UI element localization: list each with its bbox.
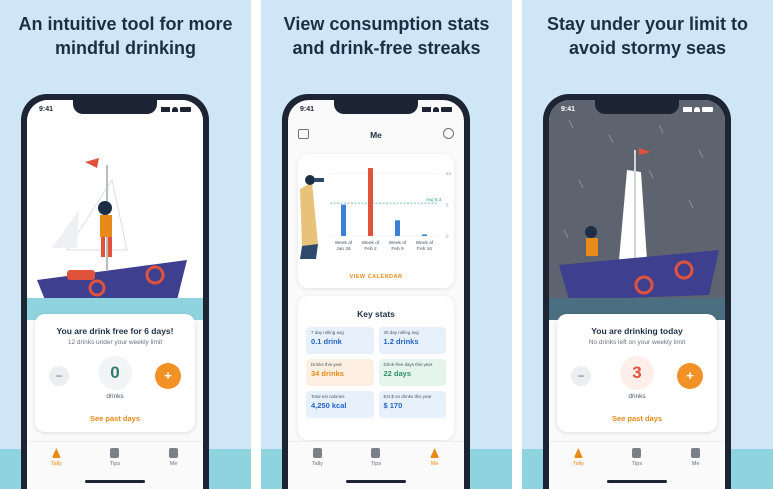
increment-button[interactable]: + [155, 363, 181, 389]
tab-me[interactable]: Me [676, 448, 716, 489]
drink-count: 3 [620, 356, 654, 390]
calendar-icon[interactable] [298, 129, 309, 139]
phone-notch [595, 100, 679, 114]
decrement-button[interactable]: − [571, 366, 591, 386]
tally-title: You are drinking today [591, 326, 683, 336]
wifi-icon [433, 106, 439, 112]
stat-30-day-avg: 30 day rolling avg 1.2 drinks [378, 327, 446, 354]
promo-panel-stormy: Stay under your limit to avoid stormy se… [522, 0, 773, 489]
phone-notch [73, 100, 157, 114]
drink-count-label: drinks [628, 393, 646, 400]
drink-count: 0 [98, 356, 132, 390]
phone-frame: 9:41 [21, 94, 209, 489]
phone-frame: 9:41 [543, 94, 731, 489]
panel-headline: An intuitive tool for more mindful drink… [18, 14, 233, 58]
chart-x-tick-label: Feb 16 [417, 246, 432, 252]
gear-icon[interactable] [443, 128, 454, 139]
phone-notch [334, 100, 418, 114]
home-indicator [607, 480, 667, 483]
person-icon [169, 448, 179, 458]
page-title: Me [370, 130, 382, 140]
stat-calories: Total est calories 4,250 kcal [306, 391, 374, 418]
see-past-days-link[interactable]: See past days [557, 414, 717, 423]
boat-icon [51, 448, 61, 458]
promo-panel-stats: View consumption stats and drink-free st… [261, 0, 512, 489]
stat-7-day-avg: 7 day rolling avg 0.1 drink [306, 327, 374, 354]
chart-x-tick-label: Feb 2 [364, 246, 377, 252]
weekly-bar-chart: 1260Avg 6.3Week ofJan 26Week ofFeb 2Week… [300, 168, 452, 259]
me-header: Me [288, 120, 464, 150]
key-stats-card: Key stats 7 day rolling avg 0.1 drink 30 … [298, 296, 454, 440]
wifi-icon [694, 106, 700, 112]
battery-icon [702, 106, 713, 112]
promo-panel-tally: An intuitive tool for more mindful drink… [0, 0, 251, 489]
chart-x-tick-label: Week of [362, 240, 380, 246]
chart-bar [368, 168, 373, 236]
chart-bar [395, 220, 400, 236]
chart-x-tick-label: Feb 9 [391, 246, 404, 252]
book-icon [632, 448, 642, 458]
signal-icon [422, 106, 431, 112]
tab-tally[interactable]: Tally [36, 448, 76, 489]
stat-spend: Est $ on drinks this year $ 170 [378, 391, 446, 418]
increment-button[interactable]: + [677, 363, 703, 389]
phone-screen: 9:41 Me 12 6 0 Avg 6.3 Week of Jan 26 Week of F… [288, 100, 464, 489]
home-indicator [346, 480, 406, 483]
panel-headline: Stay under your limit to avoid stormy se… [546, 14, 749, 58]
tally-subtitle: 12 drinks under your weekly limit [67, 339, 163, 346]
tally-card: You are drinking today No drinks left on… [557, 314, 717, 432]
chart-bar [341, 204, 346, 236]
decrement-button[interactable]: − [49, 366, 69, 386]
weekly-chart-card: 12 6 0 Avg 6.3 Week of Jan 26 Week of Feb 2 Week… [298, 154, 454, 288]
boat-icon [312, 448, 322, 458]
battery-icon [441, 106, 452, 112]
chart-x-tick-label: Week of [389, 240, 407, 246]
phone-frame: 9:41 Me 12 6 0 Avg 6.3 Week of Jan 26 Week of F… [282, 94, 470, 489]
signal-icon [683, 106, 692, 112]
chart-average-label: Avg 6.3 [426, 197, 442, 202]
tally-card: You are drink free for 6 days! 12 drinks… [35, 314, 195, 432]
see-past-days-link[interactable]: See past days [35, 414, 195, 423]
drink-count-label: drinks [106, 393, 124, 400]
person-icon [430, 448, 440, 458]
chart-bar [422, 234, 427, 236]
battery-icon [180, 106, 191, 112]
tab-tally[interactable]: Tally [297, 448, 337, 489]
stat-drinks-this-year: Drinks this year 34 drinks [306, 359, 374, 386]
signal-icon [161, 106, 170, 112]
phone-screen: 9:41 [27, 100, 203, 489]
chart-y-tick-label: 12 [446, 171, 452, 176]
status-time: 9:41 [300, 105, 315, 113]
status-time: 9:41 [561, 105, 576, 113]
status-time: 9:41 [39, 105, 54, 113]
chart-x-tick-label: Week of [335, 240, 353, 246]
chart-y-tick-label: 0 [446, 234, 449, 239]
panel-headline: View consumption stats and drink-free st… [283, 14, 490, 58]
chart-y-tick-label: 6 [446, 203, 449, 208]
stat-drink-free-days: Drink-free days this year 22 days [378, 359, 446, 386]
wifi-icon [172, 106, 178, 112]
tally-subtitle: No drinks left on your weekly limit [588, 339, 686, 346]
book-icon [371, 448, 381, 458]
boat-icon [573, 448, 583, 458]
sunny-boat-illustration [27, 100, 203, 320]
stormy-boat-illustration [549, 100, 725, 320]
phone-screen: 9:41 [549, 100, 725, 489]
tab-tally[interactable]: Tally [558, 448, 598, 489]
chart-x-tick-label: Jan 26 [336, 246, 351, 252]
home-indicator [85, 480, 145, 483]
chart-x-tick-label: Week of [416, 240, 434, 246]
key-stats-title: Key stats [357, 309, 395, 319]
tally-title: You are drink free for 6 days! [56, 326, 174, 336]
book-icon [110, 448, 120, 458]
person-icon [691, 448, 701, 458]
tab-me[interactable]: Me [415, 448, 455, 489]
view-calendar-link[interactable]: VIEW CALENDAR [298, 274, 454, 280]
tab-me[interactable]: Me [154, 448, 194, 489]
